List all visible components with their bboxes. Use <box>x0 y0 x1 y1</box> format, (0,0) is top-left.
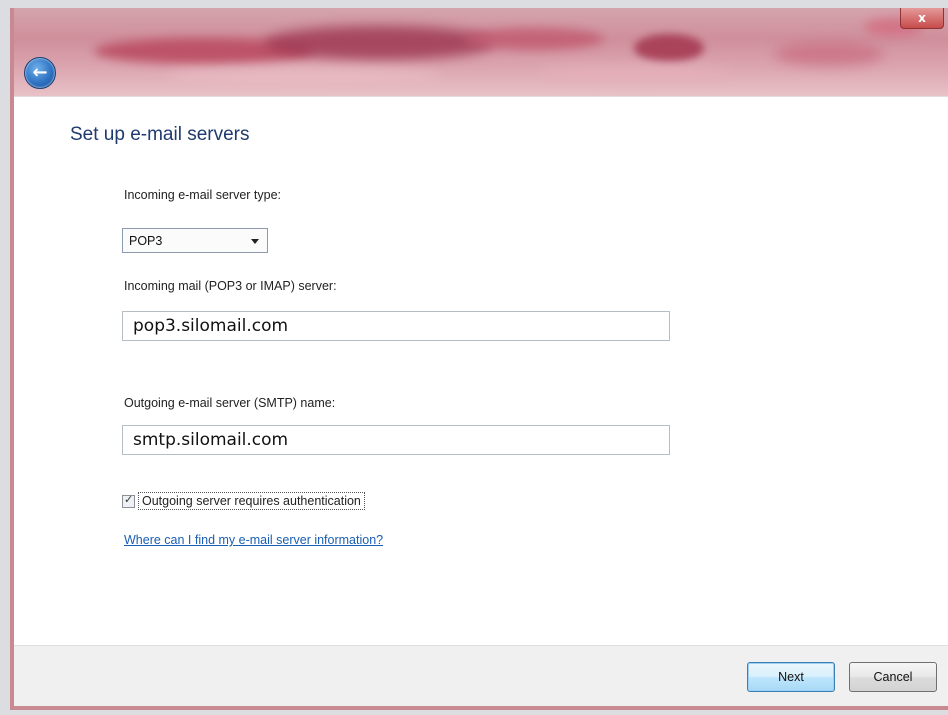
title-bar-background-blur <box>774 42 884 66</box>
auth-checkbox-label[interactable]: Outgoing server requires authentication <box>138 492 365 510</box>
incoming-server-input[interactable]: pop3.silomail.com <box>122 311 670 341</box>
page-title: Set up e-mail servers <box>70 124 250 145</box>
incoming-type-value: POP3 <box>129 233 163 248</box>
auth-checkbox[interactable] <box>122 493 135 508</box>
outgoing-server-label: Outgoing e-mail server (SMTP) name: <box>124 396 336 410</box>
title-bar: ← x <box>14 8 948 97</box>
cancel-button[interactable]: Cancel <box>849 662 937 692</box>
setup-wizard-window: ← x Set up e-mail servers Incoming e-mai… <box>10 8 948 710</box>
back-arrow-icon[interactable]: ← <box>24 57 56 89</box>
wizard-footer: Next Cancel <box>14 645 948 706</box>
title-bar-background-blur <box>264 26 494 60</box>
incoming-type-label: Incoming e-mail server type: <box>124 188 282 202</box>
incoming-type-select[interactable]: POP3 <box>122 228 268 253</box>
incoming-server-label: Incoming mail (POP3 or IMAP) server: <box>124 279 337 293</box>
title-bar-background-blur <box>534 66 734 80</box>
title-bar-background-blur <box>634 34 704 62</box>
title-bar-background-blur <box>164 68 444 84</box>
title-bar-background-blur <box>464 28 604 50</box>
close-button[interactable]: x <box>900 8 944 29</box>
outgoing-server-input[interactable]: smtp.silomail.com <box>122 425 670 455</box>
server-info-help-link[interactable]: Where can I find my e-mail server inform… <box>124 533 383 547</box>
next-button[interactable]: Next <box>747 662 835 692</box>
dropdown-arrow-icon <box>251 239 259 244</box>
auth-checkbox-row[interactable]: Outgoing server requires authentication <box>122 492 365 510</box>
